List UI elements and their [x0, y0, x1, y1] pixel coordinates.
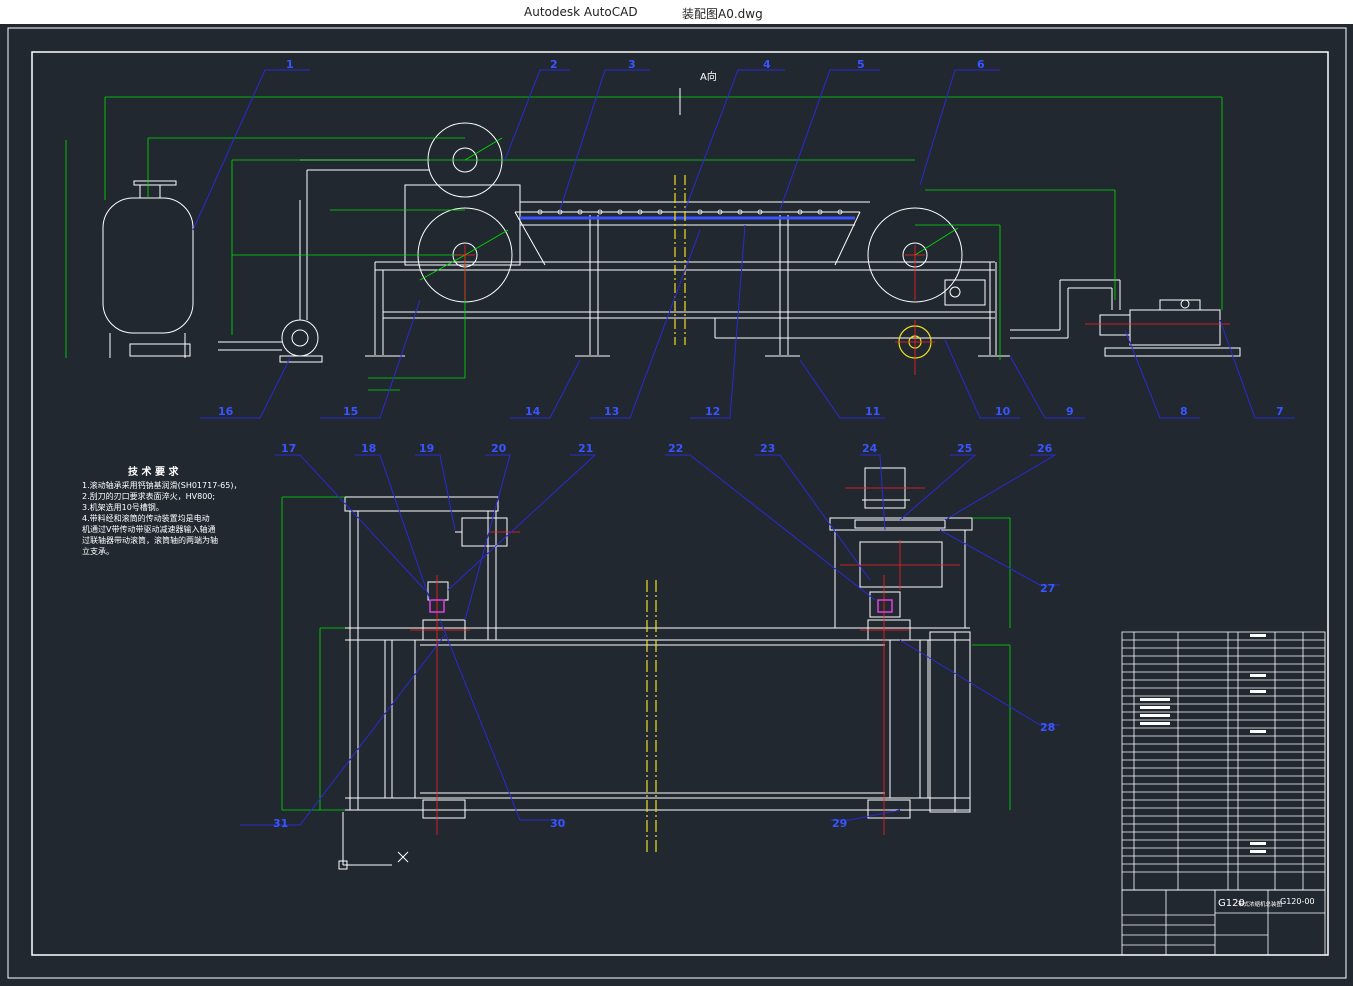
- app-name: Autodesk AutoCAD: [524, 5, 638, 19]
- balloons-top: 1 2 3 4 5 6 7 8 9 10 11 12 13 14 15 16: [218, 58, 1284, 418]
- balloon: 21: [578, 442, 593, 455]
- drawing-svg: A向 技 术 要 求 1.滚动轴承采用钙钠基润滑(SH01717-65)， 2.…: [7, 27, 1347, 979]
- plan-magenta: [429, 599, 893, 613]
- balloon: 1: [286, 58, 294, 71]
- balloon: 30: [550, 817, 566, 830]
- tech-note-line: 立支承。: [82, 546, 114, 556]
- leaders-top: [192, 69, 1295, 419]
- balloon: 10: [995, 405, 1011, 418]
- balloon: 5: [857, 58, 865, 71]
- balloon: 29: [832, 817, 847, 830]
- balloon: 4: [763, 58, 771, 71]
- tech-notes: 技 术 要 求 1.滚动轴承采用钙钠基润滑(SH01717-65)， 2.刮刀的…: [82, 465, 241, 556]
- balloon: 19: [419, 442, 434, 455]
- tech-note-line: 过联轴器带动滚筒，滚筒轴的两端为轴: [82, 535, 218, 545]
- balloon: 20: [491, 442, 507, 455]
- tech-note-line: 机通过V带传动带驱动减速器输入轴通: [82, 524, 215, 534]
- balloon: 9: [1066, 405, 1074, 418]
- balloon: 12: [705, 405, 720, 418]
- balloon: 11: [865, 405, 880, 418]
- plan-dimensions: [281, 496, 1011, 811]
- balloon: 15: [343, 405, 358, 418]
- view-label: A向: [700, 70, 717, 83]
- file-name: 装配图A0.dwg: [682, 7, 763, 21]
- balloon: 31: [273, 817, 288, 830]
- parts-list-fills: [1140, 634, 1266, 853]
- drawing-subtitle: 带式浓缩机总装图: [1238, 900, 1283, 908]
- balloon: 13: [604, 405, 619, 418]
- balloon: 8: [1180, 405, 1188, 418]
- balloon: 18: [361, 442, 376, 455]
- balloon: 2: [550, 58, 558, 71]
- drawing-canvas[interactable]: A向 技 术 要 求 1.滚动轴承采用钙钠基润滑(SH01717-65)， 2.…: [0, 24, 1353, 982]
- balloon: 24: [862, 442, 878, 455]
- sheet-border-outer: [7, 27, 1347, 979]
- balloon: 17: [281, 442, 296, 455]
- tech-note-line: 3.机架选用10号槽钢。: [82, 502, 164, 512]
- tech-note-line: 2.刮刀的刃口要求表面淬火，HV800;: [82, 491, 215, 501]
- balloon: 27: [1040, 582, 1055, 595]
- drawing-number: G120-00: [1280, 897, 1315, 906]
- balloons-bottom: 17 18 19 20 21 22 23 24 25 26 27 28 29 3…: [273, 442, 1055, 830]
- tech-notes-title: 技 术 要 求: [128, 465, 179, 478]
- balloon: 16: [218, 405, 234, 418]
- elevation-view: [102, 122, 1241, 363]
- balloon: 23: [760, 442, 775, 455]
- balloon: 22: [668, 442, 683, 455]
- balloon: 3: [628, 58, 636, 71]
- title-bar: Autodesk AutoCAD 装配图A0.dwg: [0, 0, 1353, 24]
- ucs-icon: [338, 812, 409, 870]
- balloon: 28: [1040, 721, 1055, 734]
- plan-red-center: [410, 487, 960, 835]
- tech-note-line: 4.带料经和滚筒的传动装置均是电动: [82, 513, 210, 523]
- balloon: 6: [977, 58, 985, 71]
- tech-note-line: 1.滚动轴承采用钙钠基润滑(SH01717-65)，: [82, 480, 241, 490]
- plan-centerlines: [646, 580, 657, 855]
- dimension-lines: [65, 96, 1223, 391]
- balloon: 7: [1276, 405, 1284, 418]
- balloon: 25: [957, 442, 972, 455]
- balloon: 26: [1037, 442, 1053, 455]
- balloon: 14: [525, 405, 541, 418]
